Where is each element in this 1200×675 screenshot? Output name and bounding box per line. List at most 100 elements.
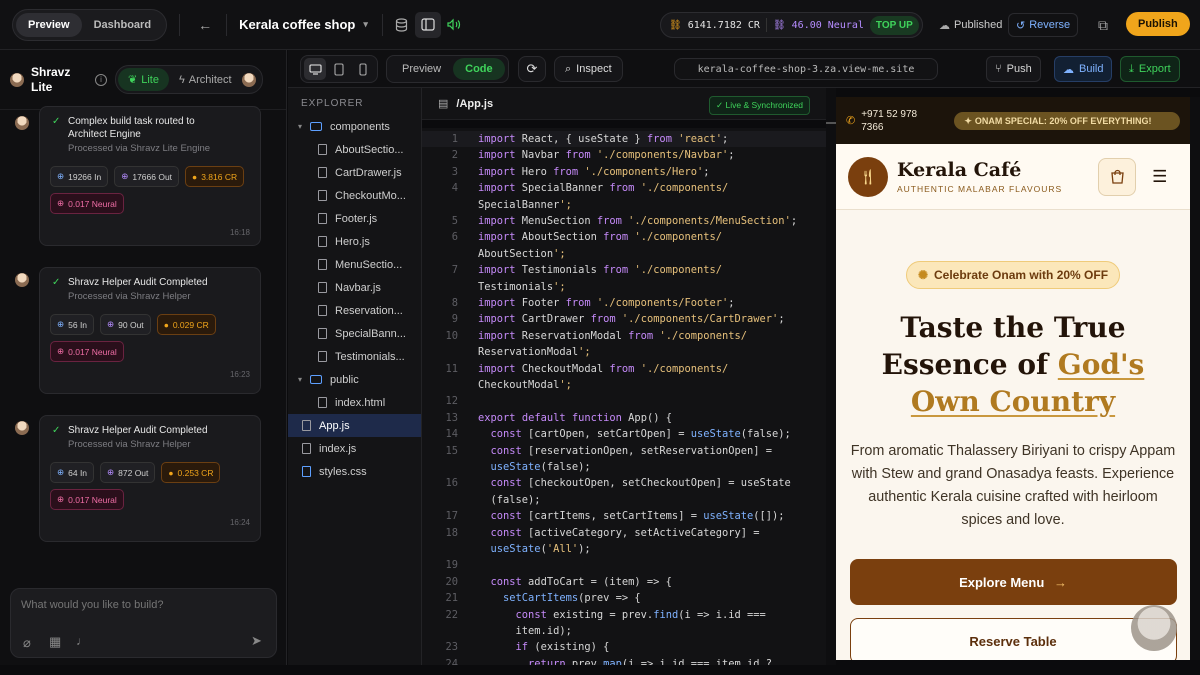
tokens-in-chip: ⊕ 19266 In <box>50 166 109 187</box>
mode-architect[interactable]: ϟ Architect <box>169 68 242 91</box>
file-label: Hero.js <box>335 235 370 248</box>
file-label: App.js <box>319 419 350 432</box>
line-text: const [activeCategory, setActiveCategory… <box>490 526 760 539</box>
code-line: 11 import CheckoutModal from './component… <box>422 361 826 377</box>
folder-public[interactable]: ▾ public <box>288 368 421 391</box>
reverse-button[interactable]: ↺ Reverse <box>1008 13 1079 37</box>
view-switch: Preview Code <box>386 55 509 83</box>
export-button[interactable]: ⤓ Export <box>1120 56 1180 82</box>
file-item[interactable]: index.js <box>288 437 421 460</box>
reverse-label: Reverse <box>1029 19 1071 31</box>
send-icon[interactable]: ➤ <box>251 633 262 649</box>
grid-icon[interactable]: ▦ <box>49 634 61 650</box>
tablet-icon[interactable] <box>328 58 350 80</box>
file-icon <box>318 282 327 293</box>
tab-dashboard[interactable]: Dashboard <box>82 13 163 37</box>
folder-components[interactable]: ▾ components <box>288 115 421 138</box>
onam-badge: ✺ Celebrate Onam with 20% OFF <box>905 261 1121 289</box>
mobile-icon[interactable] <box>352 58 374 80</box>
line-text: useState('All'); <box>490 543 591 555</box>
build-button[interactable]: ☁ Build <box>1054 56 1113 82</box>
publish-button[interactable]: Publish <box>1126 12 1190 36</box>
database-icon[interactable] <box>389 12 415 38</box>
file-tree: ▾ components AboutSectio... CartDrawer.js… <box>288 115 421 483</box>
file-item[interactable]: Hero.js <box>288 230 421 253</box>
brand[interactable]: Kerala Café AUTHENTIC MALABAR FLAVOURS <box>897 159 1062 194</box>
desktop-icon[interactable] <box>304 58 326 80</box>
file-item[interactable]: AboutSectio... <box>288 138 421 161</box>
file-icon <box>318 190 327 201</box>
line-number: 19 <box>445 559 458 572</box>
folder-label: components <box>330 120 390 133</box>
assistant-avatar-button[interactable] <box>1131 605 1177 651</box>
reserve-table-button[interactable]: Reserve Table <box>849 618 1177 660</box>
top-up-button[interactable]: TOP UP <box>869 15 919 35</box>
tab-preview-view[interactable]: Preview <box>390 58 453 80</box>
line-number: 18 <box>445 526 458 539</box>
file-item-selected[interactable]: App.js <box>288 414 421 437</box>
code-line: useState('All'); <box>422 541 826 557</box>
tab-code-view[interactable]: Code <box>453 58 505 80</box>
mode-architect-label: Architect <box>188 73 232 86</box>
code-line: 18 const [activeCategory, setActiveCateg… <box>422 525 826 541</box>
file-item[interactable]: Reservation... <box>288 299 421 322</box>
phone-number[interactable]: +971 52 978 7366 <box>861 108 940 134</box>
inspect-button[interactable]: ⌕ Inspect <box>554 56 623 82</box>
tokens-out-chip: ⊕ 90 Out <box>100 314 151 335</box>
file-item[interactable]: index.html <box>288 391 421 414</box>
file-label: styles.css <box>319 465 367 478</box>
fork-knife-icon[interactable]: 🍴︎ <box>848 156 888 197</box>
code-line: ReservationModal'; <box>422 344 826 360</box>
tab-preview[interactable]: Preview <box>16 12 82 37</box>
back-arrow-icon[interactable]: ← <box>192 12 218 38</box>
audio-icon[interactable] <box>441 12 467 38</box>
message-title: Shravz Helper Audit Completed <box>50 424 250 437</box>
line-number: 12 <box>445 395 458 408</box>
mic-icon[interactable]: ♩ <box>76 634 88 648</box>
file-item[interactable]: Navbar.js <box>288 276 421 299</box>
project-name: Kerala coffee shop <box>239 17 356 32</box>
arrow-right-icon: → <box>1053 574 1067 590</box>
attach-icon[interactable]: ⌀ <box>23 635 31 651</box>
chevron-down-icon: ▾ <box>297 122 302 131</box>
refresh-button[interactable]: ⟳ <box>518 56 546 82</box>
line-text: SpecialBanner'; <box>478 198 572 211</box>
code-line: 2 import Navbar from './components/Navbar… <box>422 147 826 163</box>
file-item[interactable]: styles.css <box>288 460 421 483</box>
menu-icon[interactable]: ☰ <box>1152 167 1167 187</box>
file-item[interactable]: Footer.js <box>288 207 421 230</box>
line-text: import CartDrawer from './components/Car… <box>478 313 785 326</box>
file-item[interactable]: CartDrawer.js <box>288 161 421 184</box>
neural-icon: ⊕ <box>57 494 65 504</box>
file-item[interactable]: MenuSectio... <box>288 253 421 276</box>
push-button[interactable]: ⑂ Push <box>986 56 1041 82</box>
line-number: 22 <box>445 608 458 621</box>
file-label: Footer.js <box>335 212 378 225</box>
credits-chip: ● 0.253 CR <box>161 462 221 483</box>
mode-lite[interactable]: ❦ Lite <box>118 68 169 91</box>
file-item[interactable]: Testimonials... <box>288 345 421 368</box>
badge-text: Celebrate Onam with 20% OFF <box>934 268 1109 282</box>
info-icon[interactable]: i <box>95 73 107 86</box>
neural-value: 46.00 Neural <box>791 19 864 31</box>
file-item[interactable]: CheckoutMo... <box>288 184 421 207</box>
code-line: 23 if (existing) { <box>422 639 826 655</box>
file-icon <box>318 144 327 155</box>
file-icon <box>318 236 327 247</box>
project-selector[interactable]: Kerala coffee shop ▾ <box>239 17 368 32</box>
cart-button[interactable] <box>1098 157 1137 196</box>
line-number: 16 <box>445 477 458 490</box>
tokens-in: 19266 In <box>68 171 102 182</box>
file-item[interactable]: SpecialBann... <box>288 322 421 345</box>
tokens-in-chip: ⊕ 64 In <box>50 462 95 483</box>
chat-input[interactable] <box>21 599 266 611</box>
file-label: Navbar.js <box>335 281 381 294</box>
explore-menu-button[interactable]: Explore Menu → <box>849 559 1177 605</box>
preview-scrollbar[interactable] <box>1190 97 1200 660</box>
code-editor[interactable]: 1 import React, { useState } from 'react'… <box>422 128 826 665</box>
chevron-down-icon: ▾ <box>363 19 368 29</box>
sidebar-toggle-icon[interactable] <box>414 11 441 38</box>
sparkle-icon: ✦ <box>964 115 972 126</box>
url-bar[interactable]: kerala-coffee-shop-3.za.view-me.site <box>674 58 938 80</box>
external-link-icon[interactable]: ⧉ <box>1090 12 1116 38</box>
